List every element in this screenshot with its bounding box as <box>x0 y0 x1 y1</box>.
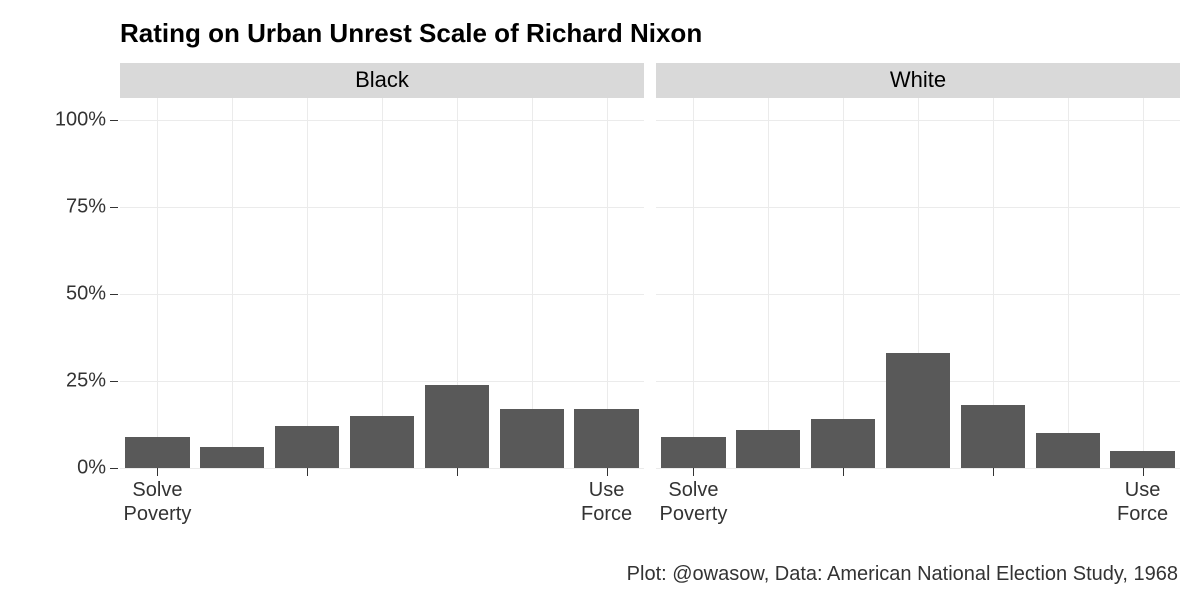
x-tick-mark <box>993 468 994 476</box>
bars-layer <box>120 98 644 468</box>
x-tick-label: Use Force <box>581 478 632 526</box>
x-tick-mark <box>457 468 458 476</box>
bar <box>275 426 339 468</box>
y-tick-label: 50% <box>66 283 106 306</box>
chart-caption: Plot: @owasow, Data: American National E… <box>627 563 1178 586</box>
y-tick-label: 75% <box>66 196 106 219</box>
x-tick-label: Solve Poverty <box>124 478 192 526</box>
facet-white: White Solve Poverty Use Force <box>656 63 1180 548</box>
y-tick-label: 100% <box>55 109 106 132</box>
bar <box>961 405 1025 468</box>
y-tick-mark <box>110 381 118 382</box>
plot-panel <box>120 98 644 468</box>
panel-outer: 0%25%50%75%100% <box>120 98 644 468</box>
y-tick-label: 25% <box>66 370 106 393</box>
x-tick-mark <box>693 468 694 476</box>
facet-strip: White <box>656 63 1180 98</box>
bar <box>200 447 264 468</box>
x-tick-mark <box>1143 468 1144 476</box>
panel-outer <box>656 98 1180 468</box>
bar <box>1110 451 1174 468</box>
x-axis: Solve Poverty Use Force <box>120 468 644 548</box>
bar <box>1036 433 1100 468</box>
y-tick-mark <box>110 468 118 469</box>
y-axis: 0%25%50%75%100% <box>30 98 120 468</box>
x-tick-mark <box>307 468 308 476</box>
x-axis: Solve Poverty Use Force <box>656 468 1180 548</box>
y-tick-mark <box>110 207 118 208</box>
plot-panel <box>656 98 1180 468</box>
facet-black: Black0%25%50%75%100% Solve Poverty Use For… <box>120 63 644 548</box>
bar <box>425 385 489 468</box>
bar <box>125 437 189 468</box>
bar <box>574 409 638 468</box>
facet-row: Black0%25%50%75%100% Solve Poverty Use For… <box>120 63 1180 548</box>
x-tick-label: Use Force <box>1117 478 1168 526</box>
x-tick-mark <box>607 468 608 476</box>
x-tick-mark <box>157 468 158 476</box>
bar <box>886 353 950 468</box>
x-tick-label: Solve Poverty <box>660 478 728 526</box>
bar <box>500 409 564 468</box>
chart-title: Rating on Urban Unrest Scale of Richard … <box>120 18 1180 49</box>
bar <box>661 437 725 468</box>
bars-layer <box>656 98 1180 468</box>
bar <box>811 419 875 468</box>
y-tick-mark <box>110 120 118 121</box>
x-tick-mark <box>843 468 844 476</box>
bar <box>350 416 414 468</box>
y-tick-mark <box>110 294 118 295</box>
bar <box>736 430 800 468</box>
y-tick-label: 0% <box>77 457 106 480</box>
chart-container: Rating on Urban Unrest Scale of Richard … <box>120 10 1180 548</box>
facet-strip: Black <box>120 63 644 98</box>
